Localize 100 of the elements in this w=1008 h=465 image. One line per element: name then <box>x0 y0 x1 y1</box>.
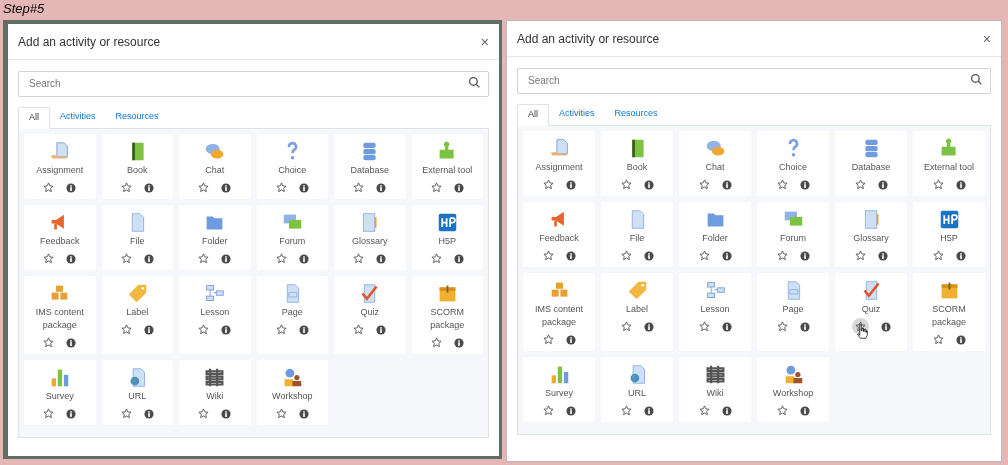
star-icon[interactable] <box>275 182 287 193</box>
activity-card[interactable]: Chat <box>679 131 751 196</box>
info-icon[interactable] <box>376 253 387 264</box>
activity-card[interactable]: Forum <box>757 202 829 267</box>
info-icon[interactable] <box>565 179 576 190</box>
star-icon[interactable] <box>430 337 442 348</box>
info-icon[interactable] <box>221 253 232 264</box>
info-icon[interactable] <box>799 321 810 332</box>
info-icon[interactable] <box>955 334 966 345</box>
star-icon[interactable] <box>698 321 710 332</box>
tab[interactable]: Activities <box>50 106 106 128</box>
star-icon[interactable] <box>120 324 132 335</box>
activity-card[interactable]: IMS content package <box>24 276 96 354</box>
info-icon[interactable] <box>799 179 810 190</box>
star-icon[interactable] <box>542 250 554 261</box>
star-icon[interactable] <box>120 253 132 264</box>
info-icon[interactable] <box>66 408 77 419</box>
info-icon[interactable] <box>376 182 387 193</box>
activity-card[interactable]: Survey <box>523 357 595 422</box>
activity-card[interactable]: File <box>101 205 173 270</box>
info-icon[interactable] <box>565 334 576 345</box>
star-icon[interactable] <box>353 324 365 335</box>
activity-card[interactable]: SCORM package <box>411 276 483 354</box>
tab[interactable]: Activities <box>549 103 605 125</box>
activity-card[interactable]: Lesson <box>679 273 751 351</box>
tab[interactable]: All <box>18 107 50 129</box>
search-icon[interactable] <box>468 76 481 89</box>
info-icon[interactable] <box>66 337 77 348</box>
info-icon[interactable] <box>565 250 576 261</box>
info-icon[interactable] <box>143 324 154 335</box>
star-icon[interactable] <box>198 253 210 264</box>
star-icon[interactable] <box>275 408 287 419</box>
info-icon[interactable] <box>721 321 732 332</box>
info-icon[interactable] <box>143 408 154 419</box>
activity-card[interactable]: External tool <box>913 131 985 196</box>
star-icon[interactable] <box>43 337 55 348</box>
activity-card[interactable]: Glossary <box>835 202 907 267</box>
info-icon[interactable] <box>298 182 309 193</box>
close-button[interactable]: × <box>480 34 489 49</box>
star-icon[interactable] <box>430 182 442 193</box>
star-icon[interactable] <box>932 250 944 261</box>
activity-card[interactable]: Wiki <box>679 357 751 422</box>
activity-card[interactable]: Folder <box>679 202 751 267</box>
star-icon[interactable] <box>353 182 365 193</box>
search-field[interactable]: Search <box>18 70 489 97</box>
info-icon[interactable] <box>880 321 891 332</box>
activity-card[interactable]: Wiki <box>179 360 251 425</box>
info-icon[interactable] <box>376 324 387 335</box>
activity-card[interactable]: Chat <box>179 134 251 199</box>
star-icon[interactable] <box>620 321 632 332</box>
star-icon[interactable] <box>932 334 944 345</box>
star-icon[interactable] <box>776 179 788 190</box>
star-icon[interactable] <box>120 182 132 193</box>
activity-card[interactable]: Assignment <box>523 131 595 196</box>
star-icon[interactable] <box>198 324 210 335</box>
star-icon[interactable] <box>620 405 632 416</box>
activity-card[interactable]: URL <box>601 357 673 422</box>
activity-card[interactable]: File <box>601 202 673 267</box>
star-icon[interactable] <box>275 324 287 335</box>
info-icon[interactable] <box>877 179 888 190</box>
activity-card[interactable]: Survey <box>24 360 96 425</box>
activity-card[interactable]: SCORM package <box>913 273 985 351</box>
activity-card[interactable]: Workshop <box>757 357 829 422</box>
star-icon[interactable] <box>43 182 55 193</box>
activity-card[interactable]: Label <box>601 273 673 351</box>
activity-card[interactable]: Assignment <box>24 134 96 199</box>
activity-card[interactable]: Lesson <box>179 276 251 354</box>
activity-card[interactable]: Label <box>101 276 173 354</box>
info-icon[interactable] <box>643 179 654 190</box>
star-icon[interactable] <box>698 250 710 261</box>
info-icon[interactable] <box>643 250 654 261</box>
info-icon[interactable] <box>565 405 576 416</box>
info-icon[interactable] <box>453 253 464 264</box>
star-icon[interactable] <box>120 408 132 419</box>
activity-card[interactable]: Quiz <box>835 273 907 351</box>
activity-card[interactable]: Feedback <box>523 202 595 267</box>
star-icon[interactable] <box>854 179 866 190</box>
info-icon[interactable] <box>643 321 654 332</box>
activity-card[interactable]: Book <box>601 131 673 196</box>
info-icon[interactable] <box>721 179 732 190</box>
star-icon[interactable] <box>43 408 55 419</box>
activity-card[interactable]: External tool <box>411 134 483 199</box>
info-icon[interactable] <box>298 408 309 419</box>
star-icon[interactable] <box>542 405 554 416</box>
tab[interactable]: All <box>517 104 549 126</box>
star-icon[interactable] <box>620 179 632 190</box>
star-icon[interactable] <box>275 253 287 264</box>
info-icon[interactable] <box>298 253 309 264</box>
activity-card[interactable]: Choice <box>757 131 829 196</box>
info-icon[interactable] <box>66 253 77 264</box>
activity-card[interactable]: Page <box>256 276 328 354</box>
star-icon[interactable] <box>198 408 210 419</box>
activity-card[interactable]: Workshop <box>256 360 328 425</box>
info-icon[interactable] <box>721 250 732 261</box>
star-icon[interactable] <box>542 334 554 345</box>
search-icon[interactable] <box>970 73 983 86</box>
info-icon[interactable] <box>221 182 232 193</box>
star-icon[interactable] <box>932 179 944 190</box>
tab[interactable]: Resources <box>604 103 668 125</box>
info-icon[interactable] <box>66 182 77 193</box>
